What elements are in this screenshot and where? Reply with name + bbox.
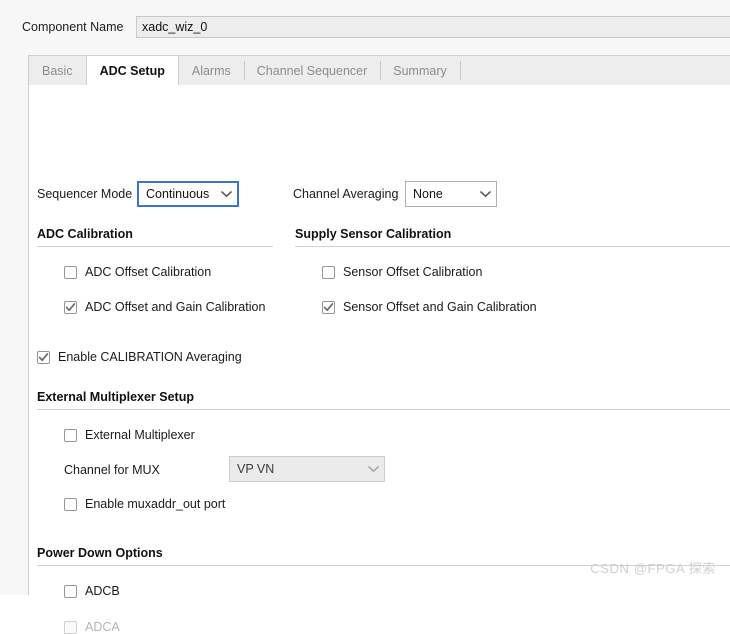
section-title: ADC Calibration <box>37 227 133 241</box>
checkbox-label: ADCA <box>85 620 120 634</box>
channel-for-mux-value: VP VN <box>237 462 275 476</box>
checkbox-label: External Multiplexer <box>85 428 195 442</box>
checkbox-box <box>64 497 77 511</box>
component-name-row: Component Name xadc_wiz_0 <box>0 0 730 55</box>
tab-label: Channel Sequencer <box>256 63 368 78</box>
checkbox-label: ADC Offset Calibration <box>85 265 212 279</box>
chevron-down-icon <box>362 465 384 473</box>
tab-basic[interactable]: Basic <box>29 56 86 85</box>
checkbox-label: Enable muxaddr_out port <box>85 497 226 511</box>
checkbox-adc-offset-and-gain-calibration[interactable]: ADC Offset and Gain Calibration <box>64 300 265 314</box>
section-supply-sensor-calibration: Supply Sensor Calibration <box>295 227 730 247</box>
checkbox-box <box>64 620 77 634</box>
channel-for-mux-dropdown[interactable]: VP VN <box>229 456 385 482</box>
checkbox-box <box>64 428 77 442</box>
sequencer-mode-label: Sequencer Mode <box>37 187 133 201</box>
tab-alarms[interactable]: Alarms <box>179 56 244 85</box>
tab-channel-sequencer[interactable]: Channel Sequencer <box>243 56 381 85</box>
channel-averaging-value: None <box>413 187 443 201</box>
section-external-multiplexer-setup: External Multiplexer Setup <box>37 390 730 410</box>
section-divider <box>295 246 730 247</box>
checkbox-external-multiplexer[interactable]: External Multiplexer <box>64 428 195 442</box>
checkbox-box <box>64 265 77 279</box>
section-adc-calibration: ADC Calibration <box>37 227 273 247</box>
section-title: Supply Sensor Calibration <box>295 227 452 241</box>
tab-label: Alarms <box>191 63 231 78</box>
section-title: External Multiplexer Setup <box>37 390 194 404</box>
checkbox-label: Sensor Offset Calibration <box>343 265 483 279</box>
channel-averaging-dropdown[interactable]: None <box>405 181 497 207</box>
watermark-text: CSDN @FPGA 探索 <box>590 561 716 576</box>
checkbox-box <box>37 350 50 364</box>
section-divider <box>37 409 730 410</box>
checkbox-sensor-offset-calibration[interactable]: Sensor Offset Calibration <box>322 265 482 279</box>
tab-label: Summary <box>393 63 447 78</box>
tab-label: ADC Setup <box>99 64 165 78</box>
xadc-wizard-dialog: Component Name xadc_wiz_0 Basic ADC Setu… <box>0 0 730 634</box>
checkbox-box <box>64 300 77 314</box>
chevron-down-icon <box>215 190 237 198</box>
checkbox-label: ADCB <box>85 584 120 598</box>
tab-adc-setup[interactable]: ADC Setup <box>85 56 179 86</box>
checkbox-adcb[interactable]: ADCB <box>64 584 120 598</box>
sequencer-mode-dropdown[interactable]: Continuous <box>137 181 239 207</box>
channel-for-mux-label: Channel for MUX <box>64 463 160 477</box>
checkbox-sensor-offset-and-gain-calibration[interactable]: Sensor Offset and Gain Calibration <box>322 300 537 314</box>
checkbox-adca: ADCA <box>64 620 120 634</box>
checkbox-box <box>64 584 77 598</box>
checkbox-label: Sensor Offset and Gain Calibration <box>343 300 537 314</box>
checkbox-box <box>322 265 335 279</box>
checkbox-label: ADC Offset and Gain Calibration <box>85 300 266 314</box>
component-name-label: Component Name <box>22 20 124 34</box>
tab-summary[interactable]: Summary <box>380 56 459 85</box>
checkbox-enable-calibration-averaging[interactable]: Enable CALIBRATION Averaging <box>37 350 242 364</box>
checkbox-box <box>322 300 335 314</box>
tab-label: Basic <box>42 63 73 78</box>
channel-averaging-label: Channel Averaging <box>293 187 399 201</box>
tab-bar-filler <box>459 56 730 85</box>
chevron-down-icon <box>474 190 496 198</box>
checkbox-enable-muxaddr-out-port[interactable]: Enable muxaddr_out port <box>64 497 225 511</box>
tab-bar: Basic ADC Setup Alarms Channel Sequencer… <box>28 55 730 86</box>
section-divider <box>37 246 273 247</box>
component-name-input[interactable]: xadc_wiz_0 <box>136 16 730 38</box>
checkbox-adc-offset-calibration[interactable]: ADC Offset Calibration <box>64 265 211 279</box>
adc-setup-pane: Sequencer Mode Continuous Channel Averag… <box>28 85 730 634</box>
sequencer-mode-value: Continuous <box>146 187 210 201</box>
checkbox-label: Enable CALIBRATION Averaging <box>58 350 242 364</box>
